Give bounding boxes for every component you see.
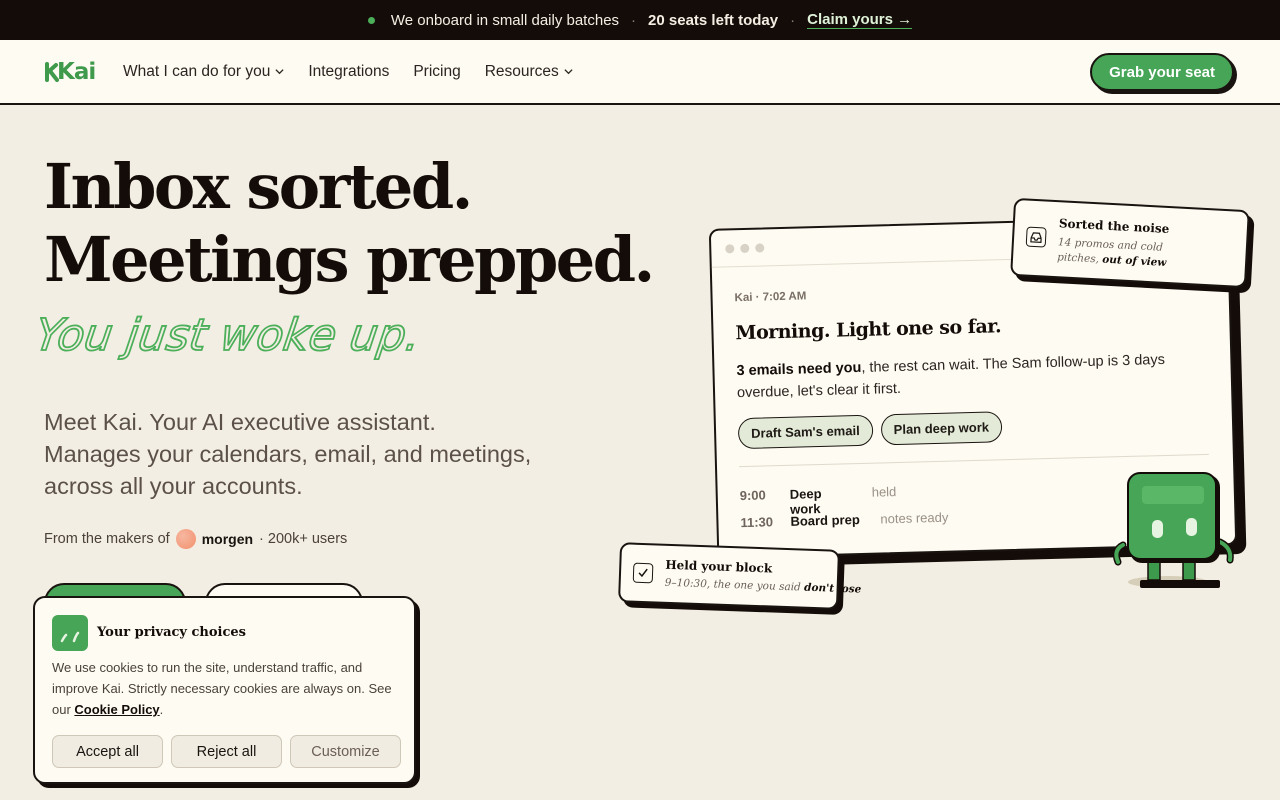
card-body: 9–10:30, the one you said don't lose [664, 576, 862, 598]
kai-logo[interactable]: Kai [45, 59, 123, 85]
subtitle-line-2: Manages your calendars, email, and meeti… [44, 441, 532, 467]
handwritten-tagline: You just woke up. [40, 309, 420, 362]
accept-all-button[interactable]: Accept all [52, 735, 163, 768]
card-body-line: 9–10:30, the one you said [664, 576, 805, 594]
message-bold: 3 emails need you [736, 359, 862, 380]
headline-line-2: Meetings prepped. [44, 223, 655, 296]
morgen-brand[interactable]: morgen [202, 531, 253, 547]
subtitle-line-3: across all your accounts. [44, 473, 303, 499]
cookie-buttons: Accept all Reject all Customize [52, 735, 401, 768]
top-nav: Kai What I can do for you Integrations P… [0, 40, 1280, 105]
morgen-logo-icon [175, 529, 196, 549]
announcement-bar: We onboard in small daily batches · 20 s… [0, 0, 1280, 40]
schedule-note: held [871, 484, 897, 500]
logo-text: Kai [57, 58, 96, 85]
hero-subtitle: Meet Kai. Your AI executive assistant. M… [44, 406, 584, 502]
schedule-note: notes ready [880, 509, 949, 527]
cookie-policy-link[interactable]: Cookie Policy [74, 702, 159, 717]
cookie-title: Your privacy choices [97, 625, 246, 640]
schedule-divider [738, 453, 1209, 468]
grab-your-seat-button[interactable]: Grab your seat [1090, 53, 1234, 91]
svg-text:You just woke up.: You just woke up. [40, 310, 420, 361]
held-block-card: Held your block 9–10:30, the one you sai… [618, 542, 862, 610]
cookie-consent-panel: Your privacy choices We use cookies to r… [33, 596, 416, 784]
card-body-bold: out of view [1102, 253, 1167, 269]
action-chips: Draft Sam's email Plan deep work [737, 411, 1003, 450]
kai-mascot-illustration [1112, 472, 1234, 588]
headline-line-1: Inbox sorted. [44, 150, 473, 223]
reject-all-button[interactable]: Reject all [171, 735, 282, 768]
nav-item-pricing[interactable]: Pricing [413, 63, 460, 81]
sorted-noise-card: Sorted the noise 14 promos and cold pitc… [1010, 197, 1250, 289]
schedule-time: 11:30 [740, 514, 774, 531]
nav-item-label: Resources [484, 62, 559, 80]
message-meta: Kai · 7:02 AM [734, 290, 807, 305]
kai-avatar-icon [52, 615, 88, 651]
card-body: 14 promos and cold pitches, out of view [1057, 235, 1168, 271]
hero-headline: Inbox sorted. Meetings prepped. [44, 150, 655, 296]
subtitle-line-1: Meet Kai. Your AI executive assistant. [44, 409, 436, 435]
plan-deep-work-chip[interactable]: Plan deep work [880, 411, 1003, 446]
nav-links: What I can do for you Integrations Prici… [123, 63, 573, 81]
chevron-down-icon [275, 69, 284, 75]
status-dot-icon [367, 16, 375, 24]
cookie-text: We use cookies to run the site, understa… [52, 657, 402, 720]
schedule-event: Board prep [790, 512, 860, 529]
nav-item-integrations[interactable]: Integrations [308, 63, 389, 81]
nav-item-label: What I can do for you [123, 62, 271, 80]
card-title: Sorted the noise [1058, 216, 1170, 237]
makers-line: From the makers of morgen · 200k+ users [44, 529, 347, 549]
card-body-bold: don't lose [803, 581, 862, 596]
separator-dot: · [790, 11, 796, 29]
separator-dot: · [631, 11, 637, 29]
card-title: Held your block [665, 557, 773, 576]
nav-item-label: Integrations [308, 62, 390, 80]
message-title: Morning. Light one so far. [735, 315, 1002, 345]
nav-item-what-i-can-do[interactable]: What I can do for you [123, 63, 284, 81]
seats-left-text: 20 seats left today [648, 11, 779, 29]
users-count: · 200k+ users [259, 531, 348, 547]
claim-yours-link[interactable]: Claim yours → [807, 11, 913, 29]
nav-item-label: Pricing [413, 62, 461, 80]
message-body: 3 emails need you, the rest can wait. Th… [736, 348, 1197, 404]
makers-prefix: From the makers of [44, 531, 170, 547]
card-body-line: pitches, [1056, 251, 1103, 266]
checkbox-icon [632, 562, 654, 584]
customize-button[interactable]: Customize [290, 735, 401, 768]
cookie-text-end: . [159, 702, 164, 717]
draft-email-chip[interactable]: Draft Sam's email [737, 414, 874, 450]
window-controls [725, 243, 765, 254]
chevron-down-icon [564, 69, 573, 75]
inbox-icon [1025, 226, 1047, 248]
nav-item-resources[interactable]: Resources [485, 63, 573, 81]
announcement-text: We onboard in small daily batches [390, 11, 620, 29]
